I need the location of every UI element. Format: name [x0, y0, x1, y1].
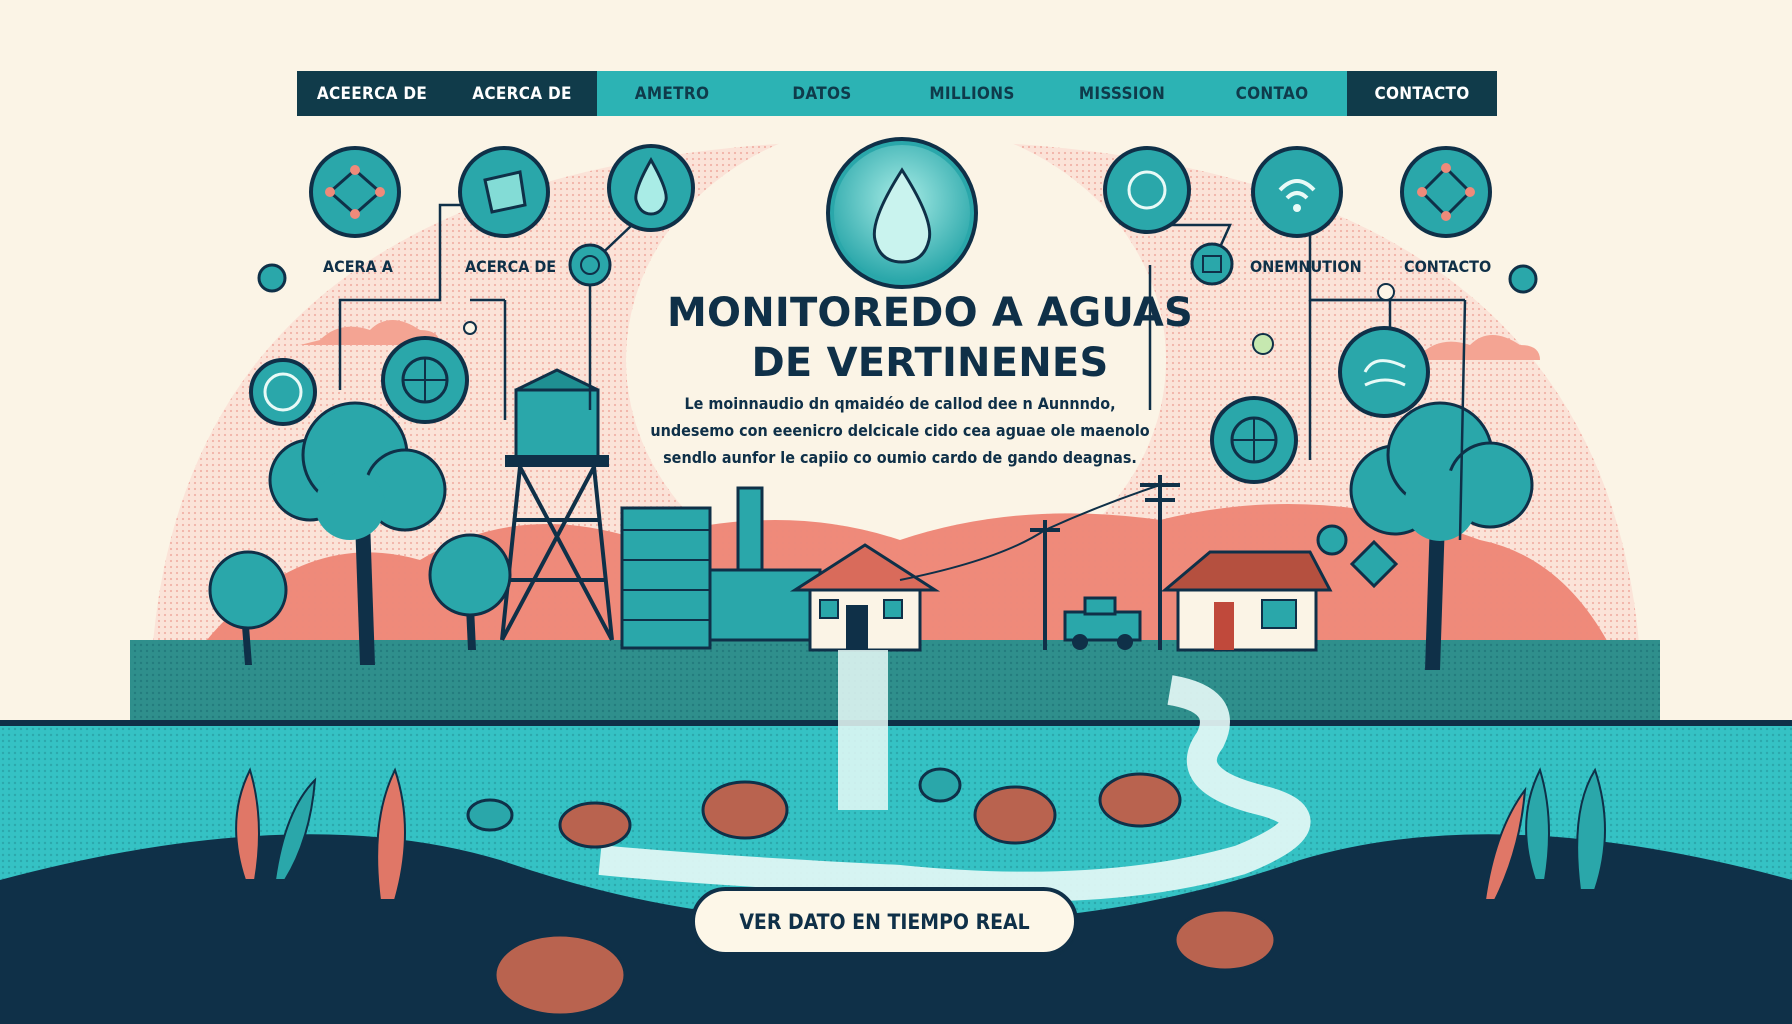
network-icon[interactable]	[311, 148, 399, 236]
feature-label-acera-a[interactable]: ACERA A	[323, 257, 393, 276]
globe-icon[interactable]	[383, 338, 467, 422]
feature-label-onemnution[interactable]: ONEMNUTION	[1250, 257, 1362, 276]
sensor-icon[interactable]	[1105, 148, 1189, 232]
globe-icon[interactable]	[1212, 398, 1296, 482]
nav-item-contao[interactable]: CONTAO	[1197, 71, 1347, 116]
feature-label-contacto[interactable]: CONTACTO	[1404, 257, 1491, 276]
map-icon[interactable]	[460, 148, 548, 236]
title-line-1: MONITOREDO A AGUAS	[666, 290, 1193, 336]
nav-item-millions[interactable]: MILLIONS	[897, 71, 1047, 116]
title-line-2: DE VERTINENES	[751, 340, 1109, 386]
nav-item-ametro[interactable]: AMETRO	[597, 71, 747, 116]
nav-item-misssion[interactable]: MISSSION	[1047, 71, 1197, 116]
landscape-illustration	[0, 120, 1792, 1024]
network-icon[interactable]	[1402, 148, 1490, 236]
top-nav: ACEERCA DE ACERCA DE AMETRO DATOS MILLIO…	[297, 71, 1497, 116]
feature-label-acerca-de[interactable]: ACERCA DE	[465, 257, 556, 276]
nav-item-aceerca-de[interactable]: ACEERCA DE	[297, 71, 447, 116]
view-realtime-data-button[interactable]: VER DATO EN TIEMPO REAL	[691, 887, 1078, 956]
description-line: sendlo aunfor le capiio co oumio cardo d…	[663, 448, 1137, 467]
water-drop-icon	[826, 137, 978, 289]
description-line: undesemo con eeenicro delcicale cido cea…	[650, 421, 1150, 440]
nav-item-acerca-de[interactable]: ACERCA DE	[447, 71, 597, 116]
waves-icon[interactable]	[1340, 328, 1428, 416]
page-title: MONITOREDO A AGUAS DE VERTINENES	[620, 288, 1240, 388]
nav-item-contacto[interactable]: CONTACTO	[1347, 71, 1497, 116]
description-line: Le moinnaudio dn qmaidéo de callod dee n…	[684, 394, 1116, 413]
wifi-icon[interactable]	[1253, 148, 1341, 236]
nav-item-datos[interactable]: DATOS	[747, 71, 897, 116]
droplet-icon[interactable]	[609, 146, 693, 230]
hero-description: Le moinnaudio dn qmaidéo de callod dee n…	[640, 390, 1160, 471]
